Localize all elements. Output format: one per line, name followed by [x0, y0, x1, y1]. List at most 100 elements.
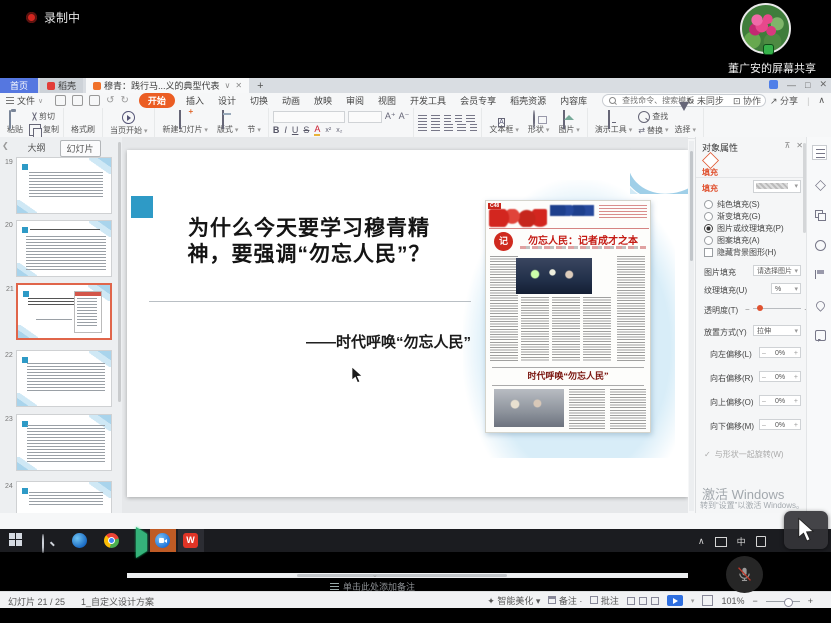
reading-view-icon[interactable] — [651, 597, 659, 605]
fit-slide-icon[interactable] — [702, 595, 713, 606]
underline-button[interactable]: U — [292, 125, 299, 135]
comments-button[interactable]: 批注 — [590, 594, 619, 607]
properties-strip-icon[interactable] — [812, 145, 827, 160]
menu-content-lib[interactable]: 内容库 — [553, 94, 594, 107]
select-button[interactable]: 选择 ▾ — [672, 109, 699, 137]
superscript-button[interactable]: x² — [325, 127, 331, 134]
align-right-icon[interactable] — [444, 124, 453, 131]
number-list-icon[interactable] — [431, 115, 440, 122]
zoom-level[interactable]: 101% — [721, 596, 744, 606]
canvas-vscrollbar[interactable] — [689, 141, 694, 511]
sidebar-scrollbar[interactable] — [118, 142, 121, 402]
file-menu[interactable]: 文件∨ — [0, 94, 49, 107]
effects-strip-icon[interactable] — [812, 177, 827, 192]
taskbar-video-app[interactable] — [133, 533, 148, 548]
align-justify-icon[interactable] — [457, 124, 466, 131]
menu-insert[interactable]: 插入 — [179, 94, 211, 107]
font-shrink-button[interactable]: A⁻ — [399, 111, 410, 123]
sync-status[interactable]: ↻ 未同步 — [687, 94, 724, 107]
slider-minus[interactable]: − — [745, 305, 750, 314]
option-gradient-fill[interactable]: 渐变填充(G) — [704, 211, 761, 222]
fill-preset-dropdown[interactable] — [753, 180, 801, 193]
slide-thumbnail-22[interactable]: 22 — [16, 350, 112, 407]
offset-down-spinner[interactable]: 0% — [759, 419, 801, 430]
comment-strip-icon[interactable] — [812, 327, 827, 342]
subscript-button[interactable]: x₂ — [336, 127, 342, 134]
format-painter-button[interactable]: 格式刷 — [68, 109, 98, 137]
taskbar-wps-app[interactable]: W — [178, 529, 204, 552]
taskbar-browser-app[interactable] — [72, 533, 87, 548]
slide-subtitle[interactable]: ——时代呼唤“勿忘人民” — [219, 331, 471, 352]
slide-sorter-view-icon[interactable] — [639, 597, 647, 605]
present-tools-button[interactable]: 演示工具 ▾ — [592, 109, 635, 137]
play-from-current-button[interactable]: 当页开始 ▾ — [107, 109, 150, 137]
taskbar-chrome-app[interactable] — [104, 533, 119, 548]
taskbar-search-button[interactable] — [40, 533, 55, 548]
offset-right-spinner[interactable]: 0% — [759, 371, 801, 382]
tray-expand-icon[interactable]: ∧ — [698, 536, 705, 547]
help-strip-icon[interactable] — [812, 237, 827, 252]
shared-cursor-overlay[interactable] — [784, 511, 828, 549]
rotate-with-shape-option[interactable]: ✓与形状一起旋转(W) — [704, 449, 784, 460]
taskbar-meeting-app-active[interactable] — [150, 529, 176, 552]
collaborate-button[interactable]: ⊡ 协作 — [733, 94, 761, 107]
menu-devtools[interactable]: 开发工具 — [403, 94, 453, 107]
option-pattern-fill[interactable]: 图案填充(A) — [704, 235, 760, 246]
slide-title[interactable]: 为什么今天要学习穆青精 神，要强调“勿忘人民”？ — [139, 216, 479, 268]
align-center-icon[interactable] — [431, 124, 440, 131]
transparency-slider[interactable]: − + — [753, 303, 801, 314]
tab-home[interactable]: 首页 — [0, 78, 38, 93]
slide-thumbnail-19[interactable]: 19 — [16, 157, 112, 214]
menu-docer-res[interactable]: 稻壳资源 — [503, 94, 553, 107]
layout-button[interactable]: 版式 ▾ — [214, 109, 241, 137]
ime-indicator[interactable]: 中 — [737, 535, 746, 548]
tab-close-icon[interactable]: ✕ — [235, 81, 242, 90]
output-icon[interactable] — [72, 95, 83, 106]
menu-transition[interactable]: 切换 — [243, 94, 275, 107]
pin-panel-icon[interactable]: ⊼ — [784, 141, 790, 150]
play-options-icon[interactable]: ▾ — [691, 597, 695, 605]
smart-beautify-button[interactable]: ✦ 智能美化 ▾ — [487, 594, 540, 607]
slider-knob[interactable] — [757, 305, 763, 311]
option-picture-texture-fill[interactable]: 图片或纹理填充(P) — [704, 223, 784, 234]
indent-increase-icon[interactable] — [455, 115, 462, 122]
texture-fill-dropdown[interactable]: % — [771, 283, 801, 294]
close-button[interactable]: ✕ — [819, 79, 827, 90]
find-button[interactable]: 查找 — [638, 111, 668, 123]
copy-button[interactable]: 复制 — [29, 124, 59, 136]
menu-member[interactable]: 会员专享 — [453, 94, 503, 107]
new-slide-button[interactable]: 新建幻灯片 ▾ — [159, 109, 210, 137]
slide-thumbnail-20[interactable]: 20 — [16, 220, 112, 277]
font-color-button[interactable]: A — [314, 125, 320, 136]
maximize-button[interactable]: □ — [805, 80, 810, 90]
option-solid-fill[interactable]: 纯色填充(S) — [704, 199, 760, 210]
tray-display-icon[interactable] — [715, 537, 727, 547]
microphone-muted-button[interactable] — [726, 556, 763, 593]
font-grow-button[interactable]: A⁺ — [385, 111, 396, 123]
outline-tab[interactable]: 大纲 — [21, 140, 51, 157]
font-size-box[interactable] — [348, 111, 382, 123]
pin-strip-icon[interactable] — [812, 297, 827, 312]
menu-start[interactable]: 开始 — [139, 93, 175, 108]
notes-collapse-icon[interactable]: ⌄ — [372, 571, 378, 579]
presenter-avatar[interactable] — [740, 3, 791, 54]
slides-tab[interactable]: 幻灯片 — [60, 140, 101, 157]
minimize-button[interactable]: — — [787, 80, 796, 90]
menu-review[interactable]: 审阅 — [339, 94, 371, 107]
notes-button[interactable]: 备注 · — [548, 594, 582, 607]
cut-button[interactable]: 剪切 — [29, 111, 59, 122]
close-panel-icon[interactable]: ✕ — [796, 141, 803, 150]
placement-dropdown[interactable]: 拉伸 — [753, 325, 801, 336]
start-button[interactable] — [9, 533, 24, 548]
font-name-box[interactable] — [273, 111, 345, 123]
zoom-slider[interactable] — [766, 601, 800, 602]
slide-thumbnail-24[interactable]: 24 — [16, 481, 112, 513]
layers-strip-icon[interactable] — [812, 207, 827, 222]
strike-button[interactable]: S — [303, 125, 309, 135]
indent-decrease-icon[interactable] — [444, 115, 451, 122]
save-icon[interactable] — [55, 95, 66, 106]
tab-document[interactable]: 穆青：践行马...义的典型代表 ∨ ✕ — [86, 78, 249, 93]
zoom-out-button[interactable]: − — [752, 596, 757, 606]
align-left-icon[interactable] — [418, 124, 427, 131]
account-avatar-icon[interactable] — [769, 80, 778, 89]
